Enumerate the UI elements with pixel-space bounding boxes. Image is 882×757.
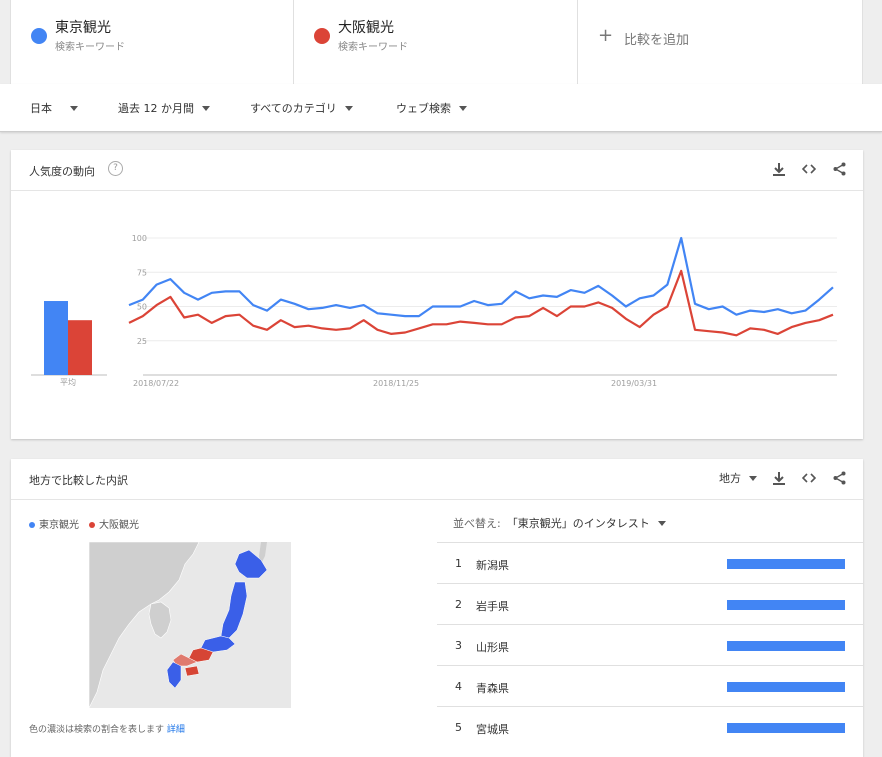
term-color-dot bbox=[314, 28, 330, 44]
legend-label: 東京観光 bbox=[39, 520, 79, 531]
search-terms-bar: 東京観光 検索キーワード 大阪観光 検索キーワード + 比較を追加 bbox=[10, 0, 863, 84]
chevron-down-icon bbox=[344, 105, 353, 111]
term-type-label: 検索キーワード bbox=[55, 42, 125, 53]
card-title: 人気度の動向 bbox=[29, 165, 95, 178]
average-bar[interactable] bbox=[68, 320, 92, 375]
average-label: 平均 bbox=[60, 377, 76, 387]
help-icon[interactable]: ? bbox=[108, 161, 123, 176]
search-type-filter-label: ウェブ検索 bbox=[396, 102, 451, 115]
x-tick-label: 2019/03/31 bbox=[611, 379, 657, 388]
region-row[interactable]: 2 岩手県 bbox=[437, 583, 863, 624]
embed-icon[interactable] bbox=[801, 470, 817, 486]
interest-bar bbox=[727, 641, 845, 651]
filter-bar: 日本 過去 12 か月間 すべてのカテゴリ ウェブ検索 bbox=[0, 84, 882, 132]
region-rank: 1 bbox=[455, 557, 462, 570]
interest-bar bbox=[727, 600, 845, 610]
region-rank: 5 bbox=[455, 721, 462, 734]
region-name[interactable]: 山形県 bbox=[476, 639, 509, 655]
shikoku-region[interactable] bbox=[184, 665, 200, 677]
region-name[interactable]: 岩手県 bbox=[476, 598, 509, 614]
card-header: 地方で比較した内訳 地方 bbox=[11, 459, 863, 500]
y-tick-label: 50 bbox=[137, 303, 147, 312]
region-name[interactable]: 青森県 bbox=[476, 680, 509, 696]
legend-label: 大阪観光 bbox=[99, 520, 139, 531]
chevron-down-icon bbox=[459, 105, 467, 111]
interest-bar bbox=[727, 682, 845, 692]
period-filter-label: 過去 12 か月間 bbox=[118, 102, 194, 115]
region-row[interactable]: 1 新潟県 bbox=[437, 542, 863, 583]
region-breakdown-card: 地方で比較した内訳 地方 東京観光 大阪観光 色の濃淡は検索の割合を表します 詳… bbox=[11, 459, 863, 757]
series-line[interactable] bbox=[128, 236, 834, 318]
term-color-dot bbox=[31, 28, 47, 44]
resolution-label: 地方 bbox=[719, 472, 741, 485]
download-icon[interactable] bbox=[771, 470, 787, 486]
footnote-text: 色の濃淡は検索の割合を表します bbox=[29, 725, 165, 735]
plus-icon: + bbox=[598, 25, 614, 46]
chevron-down-icon bbox=[70, 105, 78, 111]
resolution-dropdown[interactable]: 地方 bbox=[719, 470, 757, 486]
region-row[interactable]: 4 青森県 bbox=[437, 665, 863, 706]
category-filter-label: すべてのカテゴリ bbox=[250, 102, 337, 115]
details-link[interactable]: 詳細 bbox=[167, 725, 185, 735]
card-actions: 地方 bbox=[719, 470, 847, 486]
region-name[interactable]: 宮城県 bbox=[476, 721, 509, 737]
search-term-2[interactable]: 大阪観光 検索キーワード bbox=[294, 0, 578, 84]
map-footnote: 色の濃淡は検索の割合を表します 詳細 bbox=[29, 722, 185, 735]
card-title: 地方で比較した内訳 bbox=[29, 474, 128, 487]
chevron-down-icon bbox=[657, 520, 666, 526]
region-rank: 3 bbox=[455, 639, 462, 652]
term-name[interactable]: 大阪観光 bbox=[338, 17, 394, 37]
x-tick-label: 2018/07/22 bbox=[133, 379, 179, 388]
period-filter[interactable]: 過去 12 か月間 bbox=[118, 100, 210, 116]
region-row[interactable]: 5 宮城県 bbox=[437, 706, 863, 747]
add-compare-label: 比較を追加 bbox=[624, 33, 690, 48]
region-filter[interactable]: 日本 bbox=[30, 100, 78, 116]
y-tick-label: 25 bbox=[137, 337, 147, 346]
x-tick-label: 2018/11/25 bbox=[373, 379, 419, 388]
card-actions bbox=[771, 161, 847, 177]
y-tick-label: 100 bbox=[132, 234, 147, 243]
sort-dropdown[interactable]: 並べ替え: 「東京観光」のインタレスト bbox=[453, 515, 666, 531]
region-rank: 2 bbox=[455, 598, 462, 611]
search-type-filter[interactable]: ウェブ検索 bbox=[396, 100, 467, 116]
embed-icon[interactable] bbox=[801, 161, 817, 177]
region-row[interactable]: 3 山形県 bbox=[437, 624, 863, 665]
interest-bar bbox=[727, 723, 845, 733]
region-name[interactable]: 新潟県 bbox=[476, 557, 509, 573]
share-icon[interactable] bbox=[831, 161, 847, 177]
region-list: 1 新潟県 2 岩手県 3 山形県 4 青森県 5 宮城県 bbox=[437, 542, 863, 747]
share-icon[interactable] bbox=[831, 470, 847, 486]
trend-chart: 25 50 75 100 2018/07/22 2018/11/25 2019/03/31 平… bbox=[31, 234, 837, 388]
legend-item: 大阪観光 bbox=[89, 516, 139, 531]
sort-value: 「東京観光」のインタレスト bbox=[506, 517, 650, 530]
average-bar[interactable] bbox=[44, 301, 68, 375]
japan-map[interactable] bbox=[89, 542, 291, 708]
category-filter[interactable]: すべてのカテゴリ bbox=[250, 100, 353, 116]
interest-over-time-card: 人気度の動向 ? 25 50 75 100 2018/07/22 2018/11/25 20… bbox=[11, 150, 863, 439]
term-type-label: 検索キーワード bbox=[338, 42, 408, 53]
sort-prefix: 並べ替え: bbox=[453, 517, 501, 530]
card-header: 人気度の動向 ? bbox=[11, 150, 863, 191]
term-name[interactable]: 東京観光 bbox=[55, 17, 111, 37]
region-rank: 4 bbox=[455, 680, 462, 693]
y-tick-label: 75 bbox=[137, 268, 147, 277]
chevron-down-icon bbox=[749, 475, 757, 481]
region-filter-label: 日本 bbox=[30, 102, 52, 115]
search-term-1[interactable]: 東京観光 検索キーワード bbox=[10, 0, 294, 84]
map-legend: 東京観光 大阪観光 bbox=[29, 516, 139, 531]
add-compare-button[interactable]: + 比較を追加 bbox=[578, 0, 863, 84]
chevron-down-icon bbox=[202, 105, 210, 111]
legend-item: 東京観光 bbox=[29, 516, 79, 531]
interest-bar bbox=[727, 559, 845, 569]
download-icon[interactable] bbox=[771, 161, 787, 177]
